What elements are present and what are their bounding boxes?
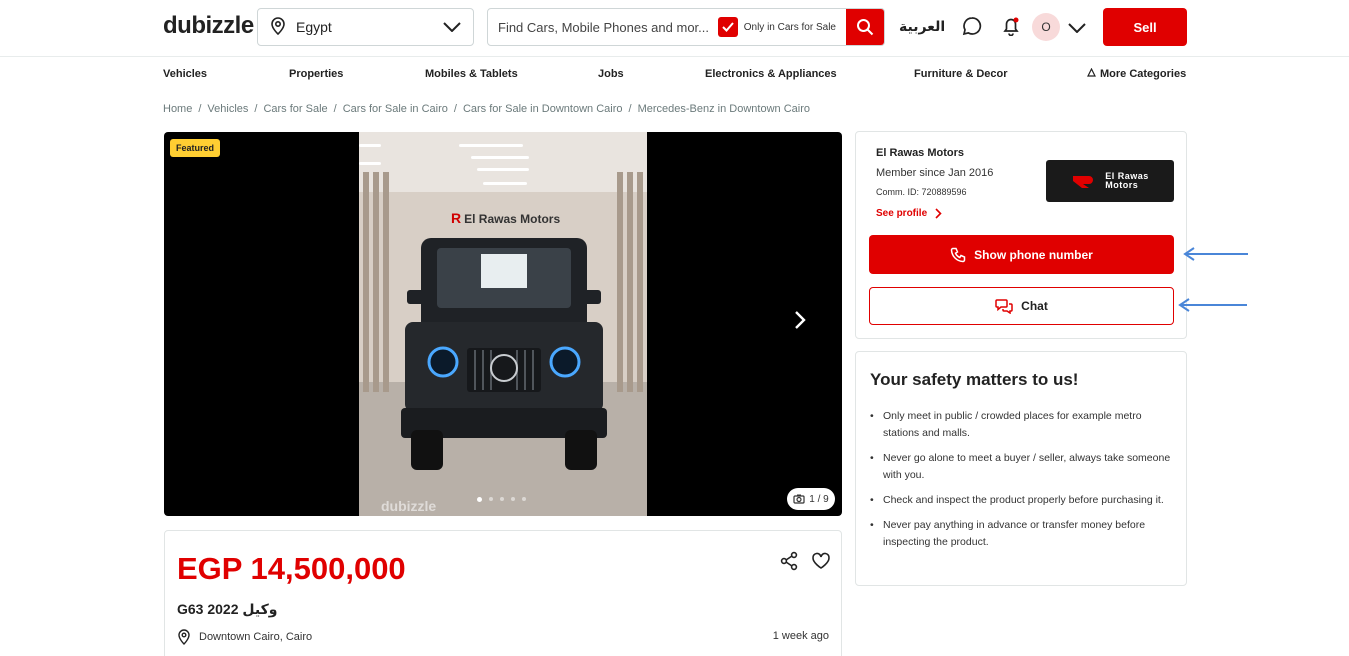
- share-icon[interactable]: [779, 551, 799, 576]
- list-item: Never pay anything in advance or transfe…: [870, 517, 1175, 551]
- avatar[interactable]: O: [1032, 13, 1060, 41]
- see-profile-link[interactable]: See profile: [876, 208, 942, 219]
- checkmark-icon: [717, 17, 738, 37]
- listing-summary: EGP 14,500,000 G63 2022 وكيل Downtown Ca…: [164, 530, 842, 656]
- phone-icon: [950, 247, 966, 262]
- safety-tips-list: Only meet in public / crowded places for…: [870, 408, 1175, 559]
- annotation-arrow-icon: [1178, 298, 1247, 312]
- chevron-down-icon: [443, 19, 461, 35]
- safety-tips-card: Your safety matters to us! Only meet in …: [855, 351, 1187, 586]
- breadcrumb-item[interactable]: Vehicles: [207, 103, 248, 115]
- see-profile-label: See profile: [876, 208, 928, 219]
- only-in-category-label: Only in Cars for Sale: [743, 21, 836, 33]
- photo-watermark: dubizzle: [381, 498, 437, 514]
- camera-icon: [793, 494, 805, 504]
- favorite-heart-icon[interactable]: [811, 551, 831, 576]
- breadcrumb-item[interactable]: Cars for Sale in Cairo: [343, 103, 448, 115]
- annotation-arrow-icon: [1183, 247, 1248, 261]
- language-switch[interactable]: العربية: [899, 18, 945, 35]
- listing-price: EGP 14,500,000: [177, 551, 406, 586]
- gallery-pagination-dots[interactable]: [477, 497, 533, 502]
- photo-sign: R El Rawas Motors: [451, 210, 561, 226]
- nav-item-jobs[interactable]: Jobs: [598, 68, 624, 80]
- chevron-right-icon: [935, 208, 942, 219]
- chevron-right-icon[interactable]: [794, 310, 806, 335]
- seller-logo-text: Motors: [1105, 180, 1139, 190]
- show-phone-number-label: Show phone number: [974, 247, 1093, 262]
- top-header: dubizzle Egypt Find Cars, Mobile Phones …: [0, 0, 1349, 57]
- location-pin-icon: [178, 629, 190, 645]
- show-phone-number-button[interactable]: Show phone number: [869, 235, 1174, 274]
- safety-title: Your safety matters to us!: [870, 370, 1079, 389]
- nav-item-mobiles-tablets[interactable]: Mobiles & Tablets: [425, 68, 518, 80]
- chat-icon: [995, 299, 1013, 314]
- seller-member-since: Member since Jan 2016: [876, 167, 994, 179]
- category-nav: Vehicles Properties Mobiles & Tablets Jo…: [163, 67, 1187, 82]
- listing-location: Downtown Cairo, Cairo: [177, 629, 312, 645]
- image-gallery[interactable]: R El Rawas Motors dubizzle Featured 1 / …: [164, 132, 842, 516]
- listing-title: G63 2022 وكيل: [177, 601, 278, 617]
- photo-counter[interactable]: 1 / 9: [787, 488, 835, 510]
- nav-item-furniture[interactable]: Furniture & Decor: [914, 68, 1008, 80]
- photo-counter-text: 1 / 9: [809, 493, 829, 505]
- notification-bell-icon[interactable]: [1001, 16, 1021, 41]
- search-button[interactable]: [846, 9, 884, 45]
- listing-posted-time: 1 week ago: [772, 630, 829, 642]
- listing-location-text: Downtown Cairo, Cairo: [199, 631, 313, 643]
- car-illustration: [401, 238, 607, 470]
- breadcrumb-item[interactable]: Home: [163, 103, 192, 115]
- featured-badge: Featured: [170, 139, 221, 157]
- more-categories-label: More Categories: [1100, 68, 1187, 80]
- location-selector[interactable]: Egypt: [257, 8, 474, 46]
- only-in-category-checkbox[interactable]: Only in Cars for Sale: [717, 17, 836, 37]
- seller-card: El Rawas Motors Member since Jan 2016 Co…: [855, 131, 1187, 339]
- chat-bubble-icon[interactable]: [962, 16, 982, 41]
- categories-icon: [1087, 67, 1096, 77]
- seller-name[interactable]: El Rawas Motors: [876, 147, 964, 159]
- search-icon: [857, 19, 874, 36]
- breadcrumb-item[interactable]: Mercedes-Benz in Downtown Cairo: [638, 103, 810, 115]
- breadcrumb: Home / Vehicles / Cars for Sale / Cars for Sal…: [163, 103, 810, 115]
- search-bar: Find Cars, Mobile Phones and mor... Only…: [487, 8, 885, 46]
- seller-logo[interactable]: El Rawas Motors: [1046, 160, 1174, 202]
- list-item: Only meet in public / crowded places for…: [870, 408, 1175, 442]
- breadcrumb-item[interactable]: Cars for Sale: [263, 103, 327, 115]
- seller-comm-id: Comm. ID: 720889596: [876, 187, 967, 197]
- account-chevron-down-icon[interactable]: [1068, 20, 1086, 38]
- nav-item-properties[interactable]: Properties: [289, 68, 343, 80]
- list-item: Never go alone to meet a buyer / seller,…: [870, 450, 1175, 484]
- location-value: Egypt: [296, 19, 332, 35]
- list-item: Check and inspect the product properly b…: [870, 492, 1175, 509]
- seller-logo-mark: [1073, 176, 1094, 188]
- nav-item-electronics[interactable]: Electronics & Appliances: [705, 68, 837, 80]
- sell-button[interactable]: Sell: [1103, 8, 1187, 46]
- location-pin-icon: [270, 16, 286, 38]
- breadcrumb-item[interactable]: Cars for Sale in Downtown Cairo: [463, 103, 623, 115]
- nav-more-categories[interactable]: More Categories: [1087, 67, 1187, 80]
- nav-item-vehicles[interactable]: Vehicles: [163, 68, 207, 80]
- chat-label: Chat: [1021, 299, 1048, 313]
- chat-button[interactable]: Chat: [869, 287, 1174, 325]
- search-input[interactable]: Find Cars, Mobile Phones and mor...: [488, 20, 718, 35]
- dubizzle-logo[interactable]: dubizzle: [163, 12, 254, 40]
- car-photo: R El Rawas Motors dubizzle: [359, 132, 647, 516]
